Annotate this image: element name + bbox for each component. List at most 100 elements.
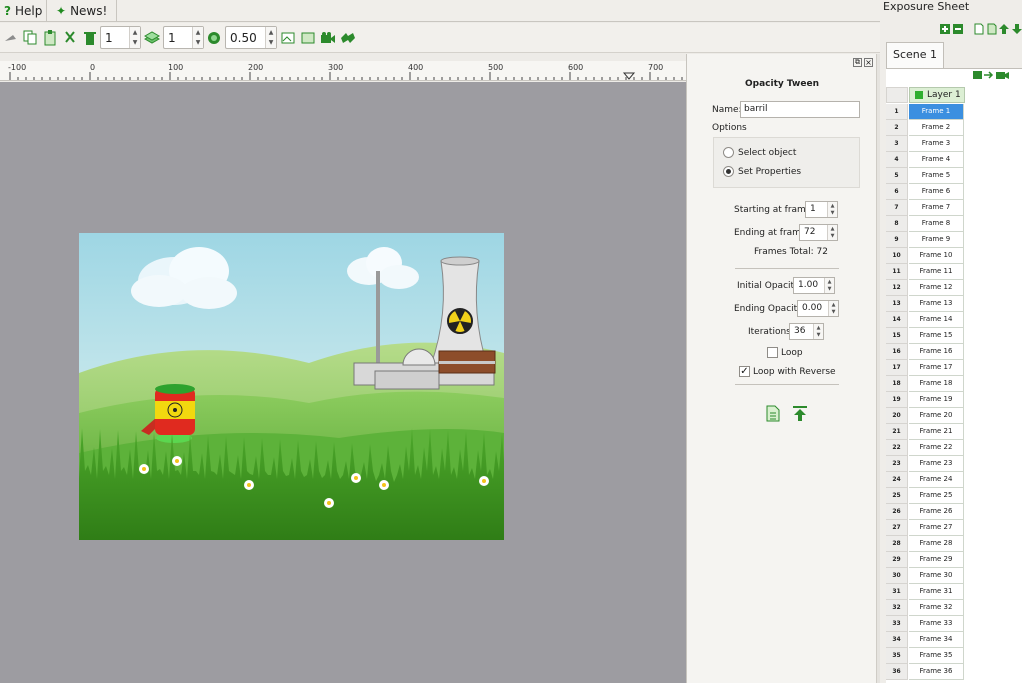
- stepper-arrows-icon[interactable]: ▲ ▼: [192, 27, 203, 48]
- tween-name-input[interactable]: barril: [740, 101, 860, 118]
- frame-cell[interactable]: Frame 17: [909, 360, 964, 376]
- frame-cell[interactable]: Frame 13: [909, 296, 964, 312]
- table-row[interactable]: 13 Frame 13: [886, 296, 964, 312]
- copy-icon[interactable]: [22, 30, 38, 46]
- frame-cell[interactable]: Frame 1: [909, 104, 964, 120]
- table-row[interactable]: 20 Frame 20: [886, 408, 964, 424]
- stepper-arrows-icon[interactable]: ▲ ▼: [828, 301, 838, 316]
- select-object-radio[interactable]: [723, 147, 734, 158]
- table-row[interactable]: 2 Frame 2: [886, 120, 964, 136]
- scene-camera-icon[interactable]: [972, 69, 1010, 84]
- move-up-icon[interactable]: [999, 24, 1009, 37]
- frame-cell[interactable]: Frame 34: [909, 632, 964, 648]
- scene-tab[interactable]: Scene 1: [886, 42, 944, 68]
- table-row[interactable]: 30 Frame 30: [886, 568, 964, 584]
- cut-icon[interactable]: [62, 30, 78, 46]
- table-row[interactable]: 4 Frame 4: [886, 152, 964, 168]
- frame-cell[interactable]: Frame 10: [909, 248, 964, 264]
- table-row[interactable]: 6 Frame 6: [886, 184, 964, 200]
- table-row[interactable]: 32 Frame 32: [886, 600, 964, 616]
- frame-cell[interactable]: Frame 15: [909, 328, 964, 344]
- table-row[interactable]: 27 Frame 27: [886, 520, 964, 536]
- frame-cell[interactable]: Frame 4: [909, 152, 964, 168]
- frame-cell[interactable]: Frame 28: [909, 536, 964, 552]
- paste-icon[interactable]: [42, 30, 58, 46]
- frame-cell[interactable]: Frame 20: [909, 408, 964, 424]
- ending-opacity-stepper[interactable]: 0.00 ▲ ▼: [797, 300, 839, 317]
- save-tween-icon[interactable]: [766, 405, 780, 425]
- loop-reverse-checkbox[interactable]: ✓: [739, 366, 750, 377]
- layers-stepper[interactable]: 1 ▲ ▼: [163, 26, 204, 49]
- table-row[interactable]: 12 Frame 12: [886, 280, 964, 296]
- frame-cell[interactable]: Frame 7: [909, 200, 964, 216]
- news-menu[interactable]: ✦ News!: [48, 0, 117, 22]
- frame-cell[interactable]: Frame 14: [909, 312, 964, 328]
- close-panel-icon[interactable]: ×: [864, 58, 873, 67]
- frame-cell[interactable]: Frame 16: [909, 344, 964, 360]
- table-row[interactable]: 3 Frame 3: [886, 136, 964, 152]
- tween-icon[interactable]: [340, 30, 356, 46]
- loop-checkbox[interactable]: [767, 347, 778, 358]
- background-icon[interactable]: [280, 30, 296, 46]
- copy-frame-icon[interactable]: [987, 23, 997, 38]
- table-row[interactable]: 7 Frame 7: [886, 200, 964, 216]
- help-menu[interactable]: ? Help: [0, 0, 47, 22]
- table-row[interactable]: 9 Frame 9: [886, 232, 964, 248]
- table-row[interactable]: 25 Frame 25: [886, 488, 964, 504]
- frame-cell[interactable]: Frame 19: [909, 392, 964, 408]
- float-panel-icon[interactable]: ⧉: [853, 58, 862, 67]
- frame-cell[interactable]: Frame 12: [909, 280, 964, 296]
- stepper-arrows-icon[interactable]: ▲ ▼: [824, 278, 834, 293]
- frame-cell[interactable]: Frame 9: [909, 232, 964, 248]
- frame-cell[interactable]: Frame 24: [909, 472, 964, 488]
- table-row[interactable]: 34 Frame 34: [886, 632, 964, 648]
- frame-cell[interactable]: Frame 29: [909, 552, 964, 568]
- stepper-arrows-icon[interactable]: ▲ ▼: [827, 225, 837, 240]
- table-row[interactable]: 14 Frame 14: [886, 312, 964, 328]
- screen-icon[interactable]: [300, 30, 316, 46]
- table-row[interactable]: 26 Frame 26: [886, 504, 964, 520]
- table-row[interactable]: 21 Frame 21: [886, 424, 964, 440]
- frame-cell[interactable]: Frame 23: [909, 456, 964, 472]
- arrow-icon[interactable]: [3, 30, 19, 46]
- table-row[interactable]: 31 Frame 31: [886, 584, 964, 600]
- insert-layer-icon[interactable]: [940, 24, 950, 37]
- table-row[interactable]: 11 Frame 11: [886, 264, 964, 280]
- frame-cell[interactable]: Frame 32: [909, 600, 964, 616]
- frame-cell[interactable]: Frame 22: [909, 440, 964, 456]
- camera-icon[interactable]: [320, 30, 336, 46]
- layers-icon[interactable]: [144, 30, 160, 46]
- frame-cell[interactable]: Frame 11: [909, 264, 964, 280]
- table-row[interactable]: 18 Frame 18: [886, 376, 964, 392]
- frame-cell[interactable]: Frame 25: [909, 488, 964, 504]
- opacity-stepper[interactable]: 0.50 ▲ ▼: [225, 26, 277, 49]
- move-down-icon[interactable]: [1012, 24, 1022, 37]
- stepper-arrows-icon[interactable]: ▲ ▼: [827, 202, 837, 217]
- table-row[interactable]: 28 Frame 28: [886, 536, 964, 552]
- table-row[interactable]: 17 Frame 17: [886, 360, 964, 376]
- trash-icon[interactable]: [82, 30, 98, 46]
- frame-cell[interactable]: Frame 26: [909, 504, 964, 520]
- table-row[interactable]: 8 Frame 8: [886, 216, 964, 232]
- frame-cell[interactable]: Frame 31: [909, 584, 964, 600]
- frame-cell[interactable]: Frame 30: [909, 568, 964, 584]
- remove-layer-icon[interactable]: [953, 24, 963, 37]
- iterations-stepper[interactable]: 36 ▲ ▼: [789, 323, 824, 340]
- table-row[interactable]: 19 Frame 19: [886, 392, 964, 408]
- frame-cell[interactable]: Frame 36: [909, 664, 964, 680]
- frame-cell[interactable]: Frame 2: [909, 120, 964, 136]
- initial-opacity-stepper[interactable]: 1.00 ▲ ▼: [793, 277, 835, 294]
- table-row[interactable]: 5 Frame 5: [886, 168, 964, 184]
- table-row[interactable]: 36 Frame 36: [886, 664, 964, 680]
- close-tween-icon[interactable]: [792, 405, 808, 425]
- stepper-arrows-icon[interactable]: ▲ ▼: [129, 27, 140, 48]
- frame-cell[interactable]: Frame 5: [909, 168, 964, 184]
- set-properties-radio[interactable]: [723, 166, 734, 177]
- scene-illustration[interactable]: [79, 233, 504, 540]
- onion-skin-icon[interactable]: [206, 30, 222, 46]
- frame-cell[interactable]: Frame 18: [909, 376, 964, 392]
- frames-stepper[interactable]: 1 ▲ ▼: [100, 26, 141, 49]
- table-row[interactable]: 1 Frame 1: [886, 104, 964, 120]
- table-row[interactable]: 15 Frame 15: [886, 328, 964, 344]
- frame-cell[interactable]: Frame 35: [909, 648, 964, 664]
